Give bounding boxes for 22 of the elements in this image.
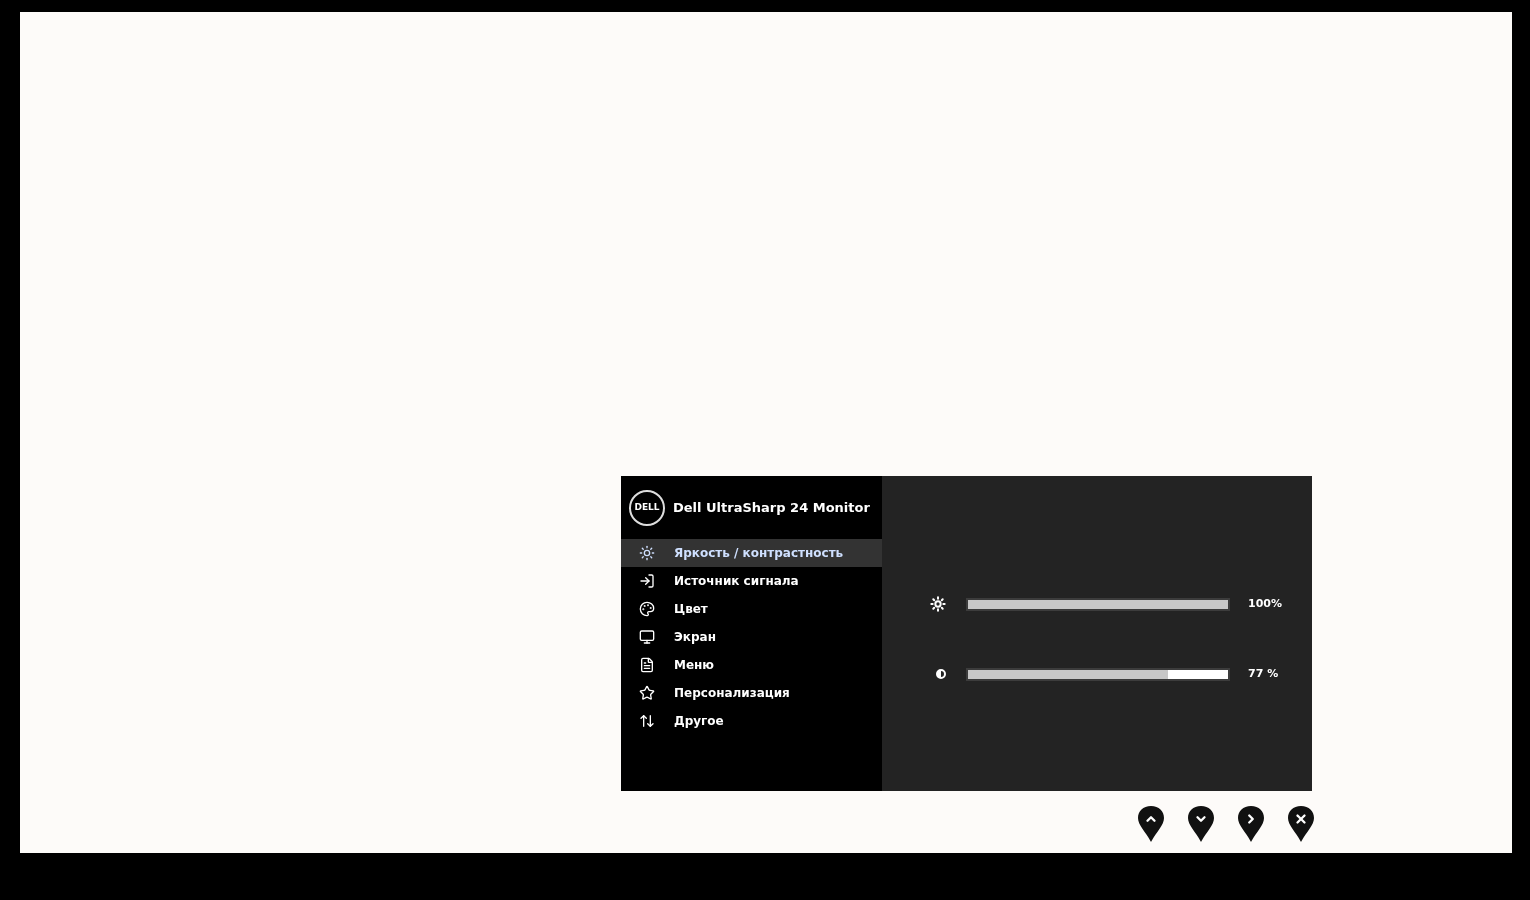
- sun-icon: [930, 596, 946, 612]
- monitor-title: Dell UltraSharp 24 Monitor: [673, 498, 870, 517]
- star-icon: [639, 685, 655, 701]
- menu-item[interactable]: Персонализация: [621, 679, 882, 707]
- monitor-icon: [639, 629, 655, 645]
- menu-item[interactable]: Источник сигнала: [621, 567, 882, 595]
- contrast-icon: [936, 669, 946, 679]
- sun-icon: [639, 545, 655, 561]
- input-icon: [639, 573, 655, 589]
- close-icon: [1294, 812, 1308, 826]
- slider-value: 100%: [1248, 595, 1282, 612]
- arrows-icon: [639, 713, 655, 729]
- slider-track[interactable]: [966, 667, 1230, 681]
- palette-icon: [639, 601, 655, 617]
- menu-item[interactable]: Другое: [621, 707, 882, 735]
- menu-item[interactable]: Цвет: [621, 595, 882, 623]
- slider-value: 77 %: [1248, 665, 1279, 682]
- document-icon: [639, 657, 655, 673]
- logo-icon: DELL: [629, 489, 665, 526]
- menu-item[interactable]: Яркость / контрастность: [621, 539, 882, 567]
- menu-item[interactable]: Меню: [621, 651, 882, 679]
- menu-item[interactable]: Экран: [621, 623, 882, 651]
